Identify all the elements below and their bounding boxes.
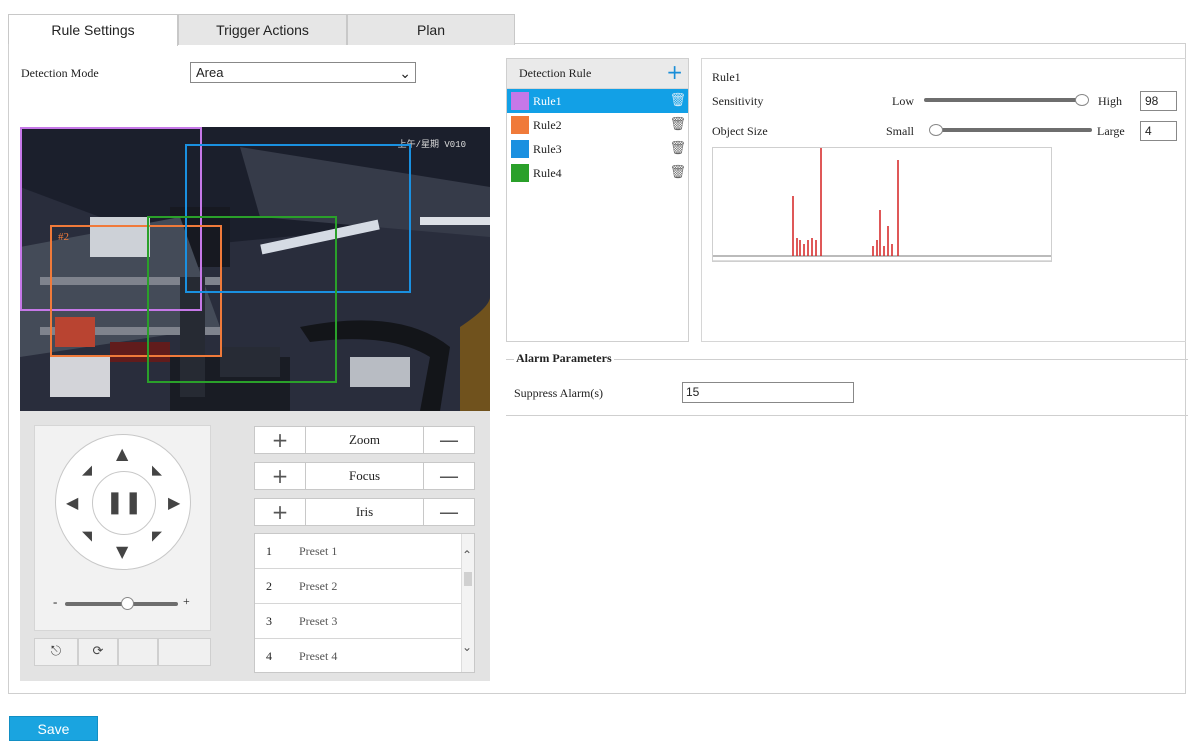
sensitivity-low-label: Low bbox=[892, 94, 914, 108]
detection-rule-list: Detection Rule + Rule1 🗑 Rule2 🗑 Rule3 🗑… bbox=[506, 58, 689, 342]
direction-pad: ▲ ▼ ◀ ▶ ◢ ◣ ◥ ◤ ❚❚ bbox=[55, 434, 191, 570]
ptz-extra-button-1[interactable] bbox=[118, 638, 158, 666]
tab-plan[interactable]: Plan bbox=[347, 14, 515, 45]
position-icon[interactable]: ⎋ bbox=[34, 638, 78, 666]
rule3-color-swatch bbox=[511, 140, 529, 158]
rule-item-rule4[interactable]: Rule4 🗑 bbox=[507, 161, 688, 185]
scroll-down-icon[interactable]: ⌄ bbox=[462, 640, 472, 655]
save-button[interactable]: Save bbox=[9, 716, 98, 741]
preset-list: 1 Preset 1 2 Preset 2 3 Preset 3 4 Preset 4 … bbox=[254, 533, 475, 673]
detection-rule-header: Detection Rule + bbox=[507, 59, 688, 89]
up-arrow-icon[interactable]: ▲ bbox=[116, 446, 128, 462]
rule-name: Rule2 bbox=[533, 118, 562, 132]
motion-histogram bbox=[712, 147, 1052, 262]
object-size-slider[interactable] bbox=[930, 128, 1092, 132]
motion-histogram-plot bbox=[713, 148, 1051, 262]
speed-slider-knob[interactable] bbox=[121, 597, 135, 610]
sensitivity-slider[interactable] bbox=[924, 98, 1084, 102]
focus-control: + Focus — bbox=[254, 462, 475, 490]
ptz-panel: ▲ ▼ ◀ ▶ ◢ ◣ ◥ ◤ ❚❚ - + ⎋ ⟳ + Zoom — + Fo… bbox=[20, 411, 490, 681]
detection-mode-select[interactable]: Area ⌄ bbox=[190, 62, 416, 83]
up-left-arrow-icon[interactable]: ◢ bbox=[82, 463, 92, 479]
sensitivity-value-input[interactable]: 98 bbox=[1140, 91, 1177, 111]
object-size-slider-knob[interactable] bbox=[929, 124, 943, 136]
preset-name: Preset 4 bbox=[299, 649, 338, 663]
up-right-arrow-icon[interactable]: ◣ bbox=[152, 463, 162, 479]
suppress-alarm-input[interactable]: 15 bbox=[682, 382, 854, 403]
tab-bar: Rule Settings Trigger Actions Plan bbox=[8, 14, 1186, 46]
rule-detail-title: Rule1 bbox=[712, 70, 741, 84]
iris-minus-button[interactable]: — bbox=[424, 499, 474, 525]
delete-icon[interactable]: 🗑 bbox=[669, 137, 686, 161]
refresh-search-icon[interactable]: ⟳ bbox=[78, 638, 118, 666]
rule-item-rule1[interactable]: Rule1 🗑 bbox=[507, 89, 688, 113]
tab-rule-settings[interactable]: Rule Settings bbox=[8, 14, 178, 46]
speed-plus-label: + bbox=[183, 594, 190, 608]
preset-row[interactable]: 4 Preset 4 bbox=[255, 639, 463, 672]
ptz-extra-button-2[interactable] bbox=[158, 638, 211, 666]
iris-plus-button[interactable]: + bbox=[255, 499, 305, 525]
preset-row[interactable]: 2 Preset 2 bbox=[255, 569, 463, 604]
delete-icon[interactable]: 🗑 bbox=[669, 113, 686, 137]
chevron-down-icon: ⌄ bbox=[399, 65, 411, 81]
sensitivity-high-label: High bbox=[1098, 94, 1122, 108]
object-size-value-input[interactable]: 4 bbox=[1140, 121, 1177, 141]
preset-number: 3 bbox=[266, 614, 272, 628]
alarm-parameters-legend: Alarm Parameters bbox=[514, 351, 614, 366]
preset-number: 2 bbox=[266, 579, 272, 593]
focus-label: Focus bbox=[305, 463, 424, 489]
detection-mode-value: Area bbox=[196, 65, 224, 80]
tab-trigger-actions[interactable]: Trigger Actions bbox=[178, 14, 347, 45]
detection-rule-title: Detection Rule bbox=[519, 66, 592, 80]
zoom-control: + Zoom — bbox=[254, 426, 475, 454]
rule-item-rule2[interactable]: Rule2 🗑 bbox=[507, 113, 688, 137]
rule-name: Rule4 bbox=[533, 166, 562, 180]
preset-number: 1 bbox=[266, 544, 272, 558]
preset-row[interactable]: 3 Preset 3 bbox=[255, 604, 463, 639]
speed-minus-label: - bbox=[53, 594, 58, 609]
preset-number: 4 bbox=[266, 649, 272, 663]
rule4-area[interactable] bbox=[147, 216, 337, 383]
live-video-preview[interactable]: 上午/星期 V010 #2 bbox=[20, 127, 490, 411]
add-rule-icon[interactable]: + bbox=[666, 62, 683, 82]
zoom-out-button[interactable]: — bbox=[424, 427, 474, 453]
left-arrow-icon[interactable]: ◀ bbox=[66, 495, 78, 511]
scroll-thumb[interactable] bbox=[464, 572, 472, 586]
pause-button[interactable]: ❚❚ bbox=[92, 471, 156, 535]
zoom-label: Zoom bbox=[305, 427, 424, 453]
preset-row[interactable]: 1 Preset 1 bbox=[255, 534, 463, 569]
focus-minus-button[interactable]: — bbox=[424, 463, 474, 489]
delete-icon[interactable]: 🗑 bbox=[669, 89, 686, 113]
sensitivity-slider-knob[interactable] bbox=[1075, 94, 1089, 106]
detection-mode-label: Detection Mode bbox=[21, 66, 99, 80]
rule1-color-swatch bbox=[511, 92, 529, 110]
rule2-area-label: #2 bbox=[58, 231, 69, 243]
right-arrow-icon[interactable]: ▶ bbox=[168, 495, 180, 511]
down-right-arrow-icon[interactable]: ◤ bbox=[152, 529, 162, 545]
zoom-in-button[interactable]: + bbox=[255, 427, 305, 453]
down-arrow-icon[interactable]: ▼ bbox=[116, 544, 128, 560]
preset-name: Preset 1 bbox=[299, 544, 338, 558]
iris-label: Iris bbox=[305, 499, 424, 525]
down-left-arrow-icon[interactable]: ◥ bbox=[82, 529, 92, 545]
focus-plus-button[interactable]: + bbox=[255, 463, 305, 489]
rule-name: Rule3 bbox=[533, 142, 562, 156]
preset-name: Preset 3 bbox=[299, 614, 338, 628]
suppress-alarm-label: Suppress Alarm(s) bbox=[514, 386, 603, 400]
histogram-bars bbox=[792, 148, 899, 256]
iris-control: + Iris — bbox=[254, 498, 475, 526]
object-size-small-label: Small bbox=[886, 124, 915, 138]
object-size-large-label: Large bbox=[1097, 124, 1125, 138]
ptz-direction-box: ▲ ▼ ◀ ▶ ◢ ◣ ◥ ◤ ❚❚ - + bbox=[34, 425, 211, 631]
object-size-label: Object Size bbox=[712, 124, 768, 138]
preset-scrollbar[interactable]: ⌃ ⌄ bbox=[461, 534, 474, 672]
delete-icon[interactable]: 🗑 bbox=[669, 161, 686, 185]
rule4-color-swatch bbox=[511, 164, 529, 182]
rule2-color-swatch bbox=[511, 116, 529, 134]
rule-item-rule3[interactable]: Rule3 🗑 bbox=[507, 137, 688, 161]
sensitivity-label: Sensitivity bbox=[712, 94, 764, 108]
scroll-up-icon[interactable]: ⌃ bbox=[462, 548, 472, 563]
preset-name: Preset 2 bbox=[299, 579, 338, 593]
rule-name: Rule1 bbox=[533, 94, 562, 108]
